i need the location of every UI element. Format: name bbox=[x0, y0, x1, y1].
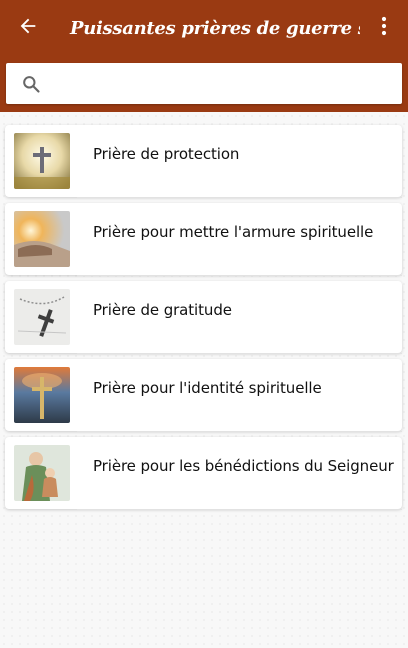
search-icon bbox=[6, 74, 56, 94]
list-item[interactable]: Prière pour les bénédictions du Seigneur bbox=[5, 437, 402, 510]
app-screen: Puissantes prières de guerre spirituel..… bbox=[0, 0, 408, 648]
divider bbox=[77, 431, 402, 432]
list-item-label: Prière de gratitude bbox=[93, 301, 232, 319]
arrow-left-icon bbox=[17, 15, 39, 42]
list-item[interactable]: Prière pour mettre l'armure spirituelle bbox=[5, 203, 402, 276]
search-box[interactable] bbox=[6, 63, 402, 104]
divider bbox=[77, 509, 402, 510]
search-bar-container bbox=[0, 56, 408, 112]
rosary-thumbnail bbox=[14, 289, 70, 345]
list-item[interactable]: Prière de protection bbox=[5, 125, 402, 198]
back-button[interactable] bbox=[0, 0, 56, 56]
prayer-list: Prière de protection Prière pour mettre … bbox=[5, 125, 402, 515]
list-item-label: Prière pour mettre l'armure spirituelle bbox=[93, 223, 374, 241]
list-item-label: Prière de protection bbox=[93, 145, 240, 163]
list-item[interactable]: Prière de gratitude bbox=[5, 281, 402, 354]
search-input[interactable] bbox=[56, 63, 402, 104]
divider bbox=[77, 197, 402, 198]
list-item-label: Prière pour les bénédictions du Seigneur bbox=[93, 457, 394, 475]
list-item-label: Prière pour l'identité spirituelle bbox=[93, 379, 322, 397]
saint-joseph-thumbnail bbox=[14, 445, 70, 501]
divider bbox=[77, 275, 402, 276]
list-item[interactable]: Prière pour l'identité spirituelle bbox=[5, 359, 402, 432]
hands-light-thumbnail bbox=[14, 211, 70, 267]
more-vert-icon bbox=[381, 16, 387, 41]
cross-sunset-thumbnail bbox=[14, 367, 70, 423]
cross-thumbnail bbox=[14, 133, 70, 189]
page-title: Puissantes prières de guerre spirituel..… bbox=[70, 17, 360, 39]
app-bar: Puissantes prières de guerre spirituel..… bbox=[0, 0, 408, 56]
divider bbox=[77, 353, 402, 354]
overflow-menu-button[interactable] bbox=[360, 0, 408, 56]
